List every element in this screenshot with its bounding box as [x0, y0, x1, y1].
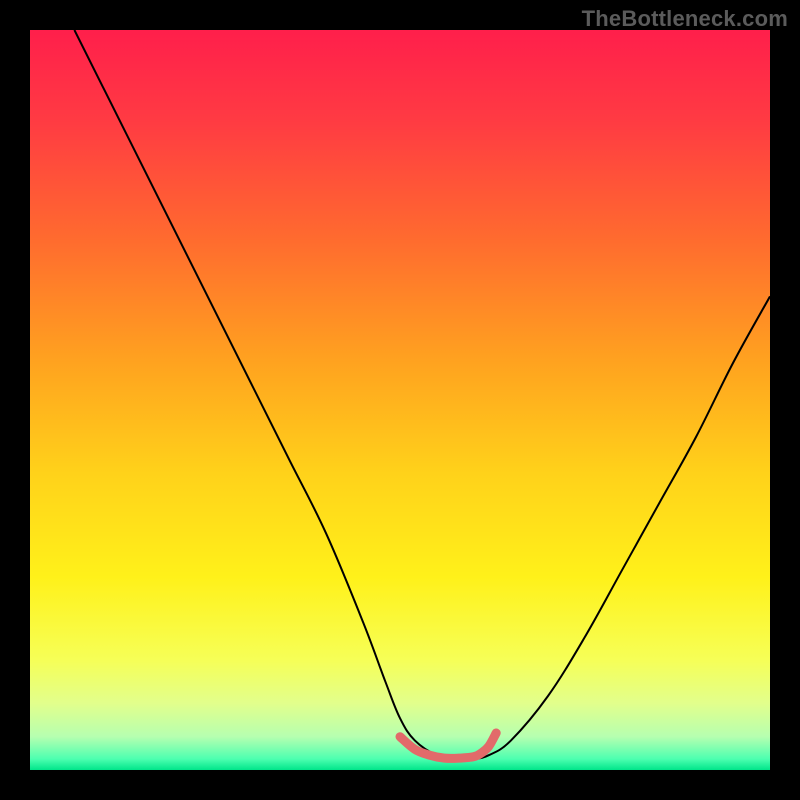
plot-area — [30, 30, 770, 770]
watermark-text: TheBottleneck.com — [582, 6, 788, 32]
bottleneck-curve — [74, 30, 770, 759]
optimal-band — [400, 733, 496, 758]
chart-frame: TheBottleneck.com — [0, 0, 800, 800]
chart-curves — [30, 30, 770, 770]
